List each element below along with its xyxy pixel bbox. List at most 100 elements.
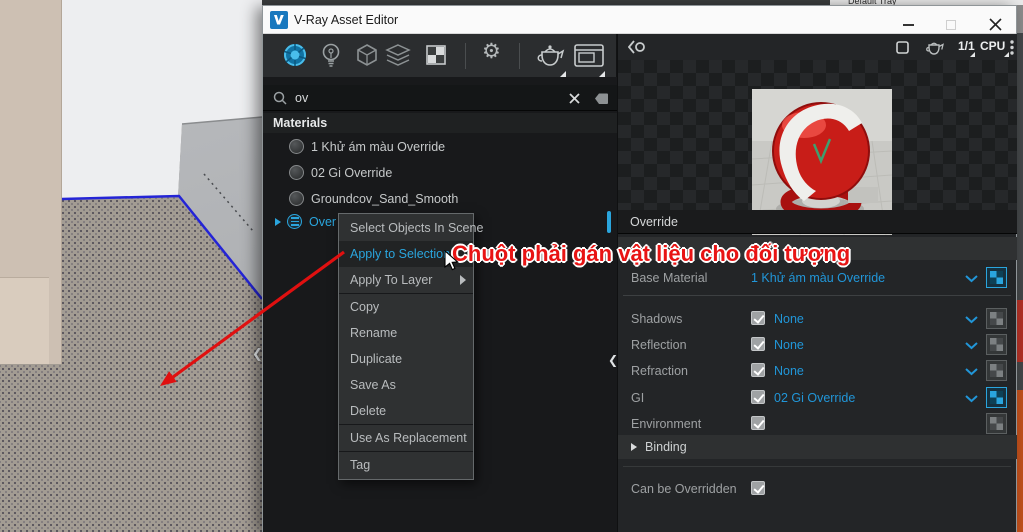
menu-item-duplicate[interactable]: Duplicate	[339, 346, 473, 372]
checkbox-checked[interactable]	[751, 416, 765, 430]
asset-name: Override	[630, 215, 678, 229]
material-name: 1 Khử ám màu Override	[311, 140, 445, 154]
sketchup-viewport[interactable]: ❮	[0, 0, 262, 532]
property-label: Base Material	[631, 271, 707, 285]
menu-item-select-objects[interactable]: Select Objects In Scene	[339, 215, 473, 241]
frame-buffer-icon[interactable]	[574, 44, 604, 67]
settings-gear-icon[interactable]: ⚙	[482, 41, 501, 62]
chevron-down-icon[interactable]	[965, 342, 978, 350]
vray-logo-icon	[270, 11, 288, 29]
property-value[interactable]: 02 Gi Override	[774, 391, 855, 405]
menu-item-save-as[interactable]: Save As	[339, 372, 473, 398]
properties-header: 1/1 CPU	[618, 34, 1017, 60]
checkbox-checked[interactable]	[751, 363, 765, 377]
engine-dropdown[interactable]: CPU	[980, 39, 1005, 53]
property-row-can-be-overridden: Can be Overridden	[618, 476, 1017, 503]
menu-item-tag[interactable]: Tag	[339, 452, 473, 478]
window-title: V-Ray Asset Editor	[294, 13, 398, 27]
chevron-down-icon[interactable]	[965, 316, 978, 324]
material-row[interactable]: 02 Gi Override	[263, 160, 617, 186]
maximize-button[interactable]	[946, 20, 956, 30]
viewport-edges	[0, 0, 262, 532]
asset-toolbar: ⚙	[263, 34, 617, 77]
checkbox-checked[interactable]	[751, 311, 765, 325]
expand-triangle-icon	[631, 443, 637, 451]
render-teapot-icon[interactable]	[534, 43, 566, 67]
chevron-down-icon[interactable]	[965, 368, 978, 376]
titlebar[interactable]: V-Ray Asset Editor	[263, 6, 1016, 34]
search-input[interactable]	[293, 88, 553, 108]
chevron-down-icon[interactable]	[965, 275, 978, 283]
lights-icon[interactable]	[320, 42, 342, 68]
property-value[interactable]: 1 Khử ám màu Override	[751, 271, 885, 285]
collapse-properties-icon[interactable]	[628, 40, 646, 54]
property-value[interactable]: None	[774, 338, 804, 352]
asset-name-header: Override	[618, 210, 1017, 234]
property-label: Can be Overridden	[631, 482, 737, 496]
binding-label: Binding	[645, 440, 687, 454]
materials-section-label: Materials	[273, 116, 327, 130]
material-name: Groundcov_Sand_Smooth	[311, 192, 458, 206]
binding-section-header[interactable]: Binding	[618, 435, 1017, 459]
material-name: Over	[309, 215, 336, 229]
menu-item-use-as-replacement[interactable]: Use As Replacement	[339, 425, 473, 451]
tray-orange-swatch	[1016, 390, 1023, 532]
kebab-menu-icon[interactable]	[1010, 40, 1014, 55]
geometry-icon[interactable]	[355, 43, 379, 67]
menu-item-delete[interactable]: Delete	[339, 398, 473, 424]
texture-map-button[interactable]	[986, 334, 1007, 355]
material-preview-area	[618, 60, 1017, 210]
texture-map-button[interactable]	[986, 413, 1007, 434]
textures-icon[interactable]	[426, 45, 446, 65]
texture-map-button[interactable]	[986, 387, 1007, 408]
materials-section-header: Materials	[263, 113, 617, 133]
backspace-icon[interactable]	[590, 92, 609, 105]
checkbox-checked[interactable]	[751, 390, 765, 404]
texture-map-button[interactable]	[986, 360, 1007, 381]
layers-icon[interactable]	[385, 44, 411, 67]
engine-dropdown-arrow[interactable]	[1004, 52, 1009, 57]
texture-map-button[interactable]	[986, 267, 1007, 288]
screen: ❮ Default Tray V-Ray Asset Editor	[0, 0, 1023, 532]
quality-dropdown[interactable]: 1/1	[958, 39, 975, 53]
property-label: GI	[631, 391, 644, 405]
search-bar	[263, 85, 617, 111]
material-name: 02 Gi Override	[311, 166, 392, 180]
property-value[interactable]: None	[774, 312, 804, 326]
chevron-down-icon[interactable]	[965, 395, 978, 403]
property-row-refraction: Refraction None	[618, 358, 1017, 385]
close-button[interactable]	[989, 18, 1002, 31]
tray-red-swatch	[1016, 300, 1023, 362]
expand-arrow-icon[interactable]	[275, 218, 281, 226]
checkbox-checked[interactable]	[751, 481, 765, 495]
materials-icon[interactable]	[282, 42, 308, 68]
toolbar-separator	[519, 43, 520, 69]
material-sphere-icon	[289, 139, 304, 154]
selection-indicator-bar	[607, 211, 611, 233]
render-teapot-icon[interactable]	[924, 40, 946, 55]
checkbox-checked[interactable]	[751, 337, 765, 351]
submenu-arrow-icon	[460, 275, 466, 285]
minimize-button[interactable]	[903, 24, 914, 26]
mouse-cursor	[444, 250, 459, 271]
quality-dropdown-arrow[interactable]	[970, 52, 975, 57]
properties-panel: 1/1 CPU	[617, 34, 1016, 532]
menu-item-label: Apply To Layer	[350, 273, 432, 287]
property-row-environment: Environment	[618, 411, 1017, 438]
divider	[623, 295, 1011, 296]
property-value[interactable]: None	[774, 364, 804, 378]
clear-search-icon[interactable]	[569, 93, 580, 104]
property-label: Shadows	[631, 312, 682, 326]
region-render-icon[interactable]	[896, 41, 909, 54]
property-label: Refraction	[631, 364, 688, 378]
property-row-gi: GI 02 Gi Override	[618, 385, 1017, 412]
property-label: Environment	[631, 417, 701, 431]
property-label: Reflection	[631, 338, 687, 352]
material-row[interactable]: 1 Khử ám màu Override	[263, 134, 617, 160]
menu-item-rename[interactable]: Rename	[339, 320, 473, 346]
material-sphere-icon	[289, 191, 304, 206]
divider	[623, 466, 1011, 467]
menu-item-copy[interactable]: Copy	[339, 294, 473, 320]
texture-map-button[interactable]	[986, 308, 1007, 329]
material-sphere-icon	[289, 165, 304, 180]
